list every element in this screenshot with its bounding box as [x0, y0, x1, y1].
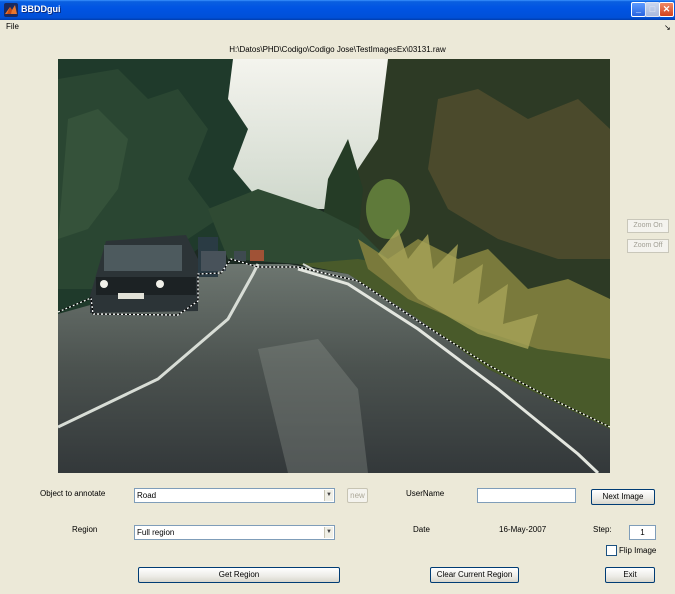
chevron-down-icon[interactable]: ▼: [324, 490, 333, 501]
window-title: BBDDgui: [21, 4, 61, 14]
minimize-button[interactable]: _: [631, 2, 646, 17]
region-select[interactable]: Full region ▼: [134, 525, 335, 540]
step-input[interactable]: 1: [629, 525, 656, 540]
date-value: 16-May-2007: [499, 525, 547, 534]
new-object-button[interactable]: new: [347, 488, 368, 503]
zoom-on-button[interactable]: Zoom On: [627, 219, 669, 233]
menu-bar: File ↘: [0, 20, 675, 35]
matlab-icon: [4, 3, 18, 17]
flip-image-label: Flip Image: [619, 546, 657, 555]
road-image[interactable]: [58, 59, 610, 473]
clear-current-region-button[interactable]: Clear Current Region: [430, 567, 519, 583]
object-select-value: Road: [137, 491, 157, 500]
step-label: Step:: [593, 525, 612, 534]
username-input[interactable]: [477, 488, 576, 503]
chevron-down-icon[interactable]: ▼: [324, 527, 333, 538]
menu-arrow-icon[interactable]: ↘: [664, 23, 671, 32]
image-path-label: H:\Datos\PHD\Codigo\Codigo Jose\TestImag…: [229, 45, 446, 54]
next-image-button[interactable]: Next Image: [591, 489, 655, 505]
exit-button[interactable]: Exit: [605, 567, 655, 583]
title-bar: BBDDgui _ □ ✕: [0, 0, 675, 20]
object-to-annotate-label: Object to annotate: [40, 489, 106, 498]
object-to-annotate-select[interactable]: Road ▼: [134, 488, 335, 503]
close-button[interactable]: ✕: [659, 2, 674, 17]
region-label: Region: [72, 525, 98, 534]
region-select-value: Full region: [137, 528, 175, 537]
maximize-button[interactable]: □: [645, 2, 660, 17]
menu-file[interactable]: File: [6, 22, 19, 31]
zoom-off-button[interactable]: Zoom Off: [627, 239, 669, 253]
username-label: UserName: [406, 489, 445, 498]
date-label: Date: [413, 525, 430, 534]
flip-image-checkbox[interactable]: [606, 545, 617, 556]
get-region-button[interactable]: Get Region: [138, 567, 340, 583]
